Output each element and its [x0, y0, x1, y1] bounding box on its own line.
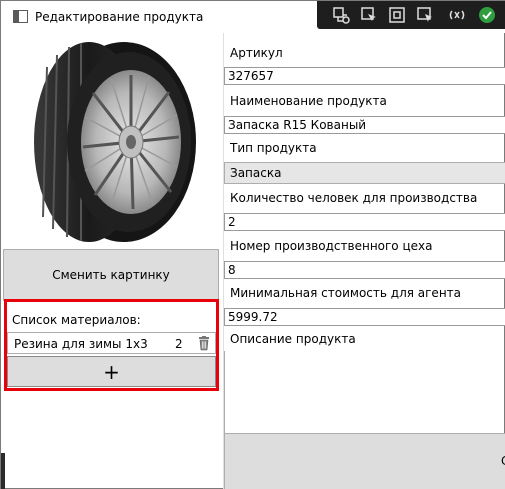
name-field[interactable]: Запаска R15 Кованый — [224, 116, 505, 134]
add-material-button[interactable]: + — [7, 356, 216, 387]
product-image — [34, 42, 196, 242]
save-button[interactable]: С — [224, 433, 505, 489]
trash-icon[interactable] — [196, 335, 212, 351]
description-label: Описание продукта — [230, 332, 356, 346]
window-icon — [13, 10, 28, 23]
live-tree-icon[interactable] — [331, 5, 351, 25]
min-cost-label: Минимальная стоимость для агента — [230, 286, 462, 300]
product-form: Артикул 327657 Наименование продукта Зап… — [223, 33, 505, 489]
title-bar: Редактирование продукта — [1, 1, 505, 33]
materials-label: Список материалов: — [12, 313, 141, 327]
debug-toolbar — [317, 1, 505, 29]
track-focused-element-icon[interactable] — [415, 5, 435, 25]
description-field[interactable] — [224, 351, 505, 435]
product-type-select[interactable]: Запаска — [224, 162, 505, 184]
window-edge — [1, 453, 5, 489]
material-name: Резина для зимы 1х3 — [14, 337, 148, 351]
people-count-label: Количество человек для производства — [230, 191, 478, 205]
people-count-field[interactable]: 2 — [224, 213, 505, 231]
article-label: Артикул — [230, 46, 283, 60]
left-panel: Сменить картинку Список материалов: Рези… — [1, 33, 221, 489]
product-edit-window: Редактирование продукта Сменить картинку… — [0, 0, 505, 489]
type-label: Тип продукта — [230, 141, 317, 155]
materials-section: Список материалов: Резина для зимы 1х3 2… — [4, 299, 219, 391]
hot-reload-icon[interactable] — [447, 5, 467, 25]
save-button-label: С — [501, 454, 505, 468]
workshop-field[interactable]: 8 — [224, 261, 505, 279]
change-image-button[interactable]: Сменить картинку — [3, 249, 219, 301]
name-label: Наименование продукта — [230, 94, 387, 108]
material-list-item[interactable]: Резина для зимы 1х3 2 — [7, 332, 216, 354]
article-field[interactable]: 327657 — [224, 67, 505, 85]
display-layout-adorners-icon[interactable] — [387, 5, 407, 25]
min-cost-field[interactable]: 5999.72 — [224, 308, 505, 326]
workshop-label: Номер производственного цеха — [230, 239, 433, 253]
select-element-icon[interactable] — [359, 5, 379, 25]
material-count: 2 — [175, 337, 183, 351]
window-title: Редактирование продукта — [35, 10, 204, 24]
binding-ok-icon[interactable] — [477, 5, 497, 25]
